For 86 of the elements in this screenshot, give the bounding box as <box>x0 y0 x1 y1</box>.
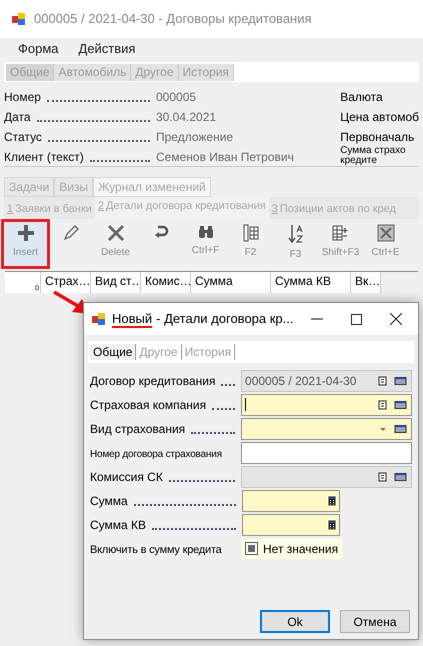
lookup-icons <box>378 400 408 410</box>
field-label: Цена автомоб <box>340 109 419 126</box>
toolbar-button[interactable]: Delete <box>94 222 137 266</box>
dialog-button[interactable]: Ok <box>260 610 330 633</box>
app-icon <box>92 312 106 326</box>
calculator-icon <box>328 496 336 506</box>
field-label: Валюта <box>340 89 383 106</box>
tab[interactable]: Другое <box>131 64 179 80</box>
column-header[interactable]: Сумма КВ <box>271 272 351 293</box>
tab[interactable]: История <box>178 64 234 80</box>
field-value: 30.04.2021 <box>156 109 216 126</box>
field-label: Договор кредитования <box>90 373 216 390</box>
field-label: Сумма <box>90 493 128 510</box>
column-header[interactable]: Страх… <box>41 272 91 293</box>
undo-icon <box>152 224 168 240</box>
field-label: Включить в сумму кредита <box>90 542 222 558</box>
field-label: Страховая компания <box>90 397 206 414</box>
dot-leader <box>191 432 236 434</box>
tab[interactable]: Другое <box>136 344 182 360</box>
columns-icon <box>242 224 258 242</box>
field-label: Номер <box>4 89 41 106</box>
lookup-icons <box>378 376 408 386</box>
tab[interactable]: Автомобиль <box>54 64 132 80</box>
dot-leader <box>221 384 236 386</box>
field-value: Предложение <box>156 129 234 146</box>
tab[interactable]: 3 Позиции актов по кред <box>268 200 399 219</box>
input-field[interactable] <box>242 490 340 512</box>
field-label: Сумма страхо кредите <box>340 146 406 166</box>
input-field[interactable] <box>241 442 412 464</box>
field-value: 000005 <box>156 89 196 106</box>
checkbox-box[interactable] <box>245 542 258 555</box>
field-value: Семенов Иван Петрович <box>156 149 294 166</box>
field-label: Статус <box>4 129 42 146</box>
sort-icon <box>288 224 304 244</box>
column-header[interactable]: Комис… <box>141 272 191 293</box>
input-field[interactable] <box>241 394 412 416</box>
tab[interactable]: Журнал изменений <box>93 177 211 197</box>
table-icon <box>332 224 350 242</box>
tab[interactable]: Общие <box>90 344 136 360</box>
lookup-icons <box>378 472 408 482</box>
field-label: Номер договора страхования <box>90 448 222 462</box>
input-field[interactable] <box>241 466 412 488</box>
toolbar-button[interactable]: Ctrl+E <box>364 222 407 266</box>
plus-icon <box>16 224 34 242</box>
pencil-icon <box>62 224 80 242</box>
dot-leader <box>212 408 236 410</box>
menu-item[interactable]: Действия <box>78 39 136 59</box>
field-label: Комиссия СК <box>90 469 163 486</box>
tab[interactable]: 2 Детали договора кредитования <box>94 197 269 219</box>
input-field[interactable] <box>242 514 340 536</box>
maximize-icon <box>351 314 362 324</box>
menu-item[interactable]: Форма <box>18 39 59 59</box>
field-label: Первоначаль <box>340 129 414 146</box>
tab[interactable]: Визы <box>54 177 94 197</box>
field-label: Вид страхования <box>90 421 186 438</box>
dialog-title-highlight: Новый <box>112 310 152 328</box>
field-label: Сумма КВ <box>90 517 146 534</box>
field-label: Клиент (текст) <box>4 149 84 166</box>
field-label: Дата <box>4 109 31 126</box>
tab[interactable]: 1 Заявки в банки <box>4 200 95 219</box>
tab[interactable]: Общие <box>6 64 54 80</box>
column-header[interactable]: Сумма <box>191 272 271 293</box>
dialog-button[interactable]: Отмена <box>340 610 410 633</box>
input-field[interactable] <box>241 418 412 440</box>
cross-icon <box>106 224 124 242</box>
checkbox-label: Нет значения <box>263 540 338 558</box>
toolbar-button[interactable]: Ctrl+F <box>184 222 227 266</box>
tab[interactable]: Задачи <box>4 177 54 197</box>
app-icon <box>12 12 26 26</box>
dialog-title: - Детали договора кр... <box>156 310 294 328</box>
column-header[interactable]: Вк… <box>351 272 381 293</box>
calculator-icon <box>328 520 336 530</box>
spreadsheet-icon <box>376 224 394 242</box>
dot-leader <box>90 160 150 162</box>
column-header[interactable]: Вид ст… <box>91 272 141 293</box>
dropdown-icons <box>378 424 408 434</box>
input-field[interactable]: 000005 / 2021-04-30 <box>241 370 412 392</box>
toolbar-button[interactable]: Insert <box>4 222 47 266</box>
toolbar-button[interactable]: F2 <box>229 222 272 266</box>
toolbar-button[interactable]: Shift+F3 <box>319 222 362 266</box>
tab[interactable]: История <box>182 344 236 360</box>
dot-leader <box>168 480 236 482</box>
window-title: 000005 / 2021-04-30 - Договоры кредитования <box>34 10 312 28</box>
close-icon <box>390 313 402 325</box>
binoculars-icon <box>198 224 214 240</box>
toolbar-button[interactable]: F3 <box>274 222 317 266</box>
